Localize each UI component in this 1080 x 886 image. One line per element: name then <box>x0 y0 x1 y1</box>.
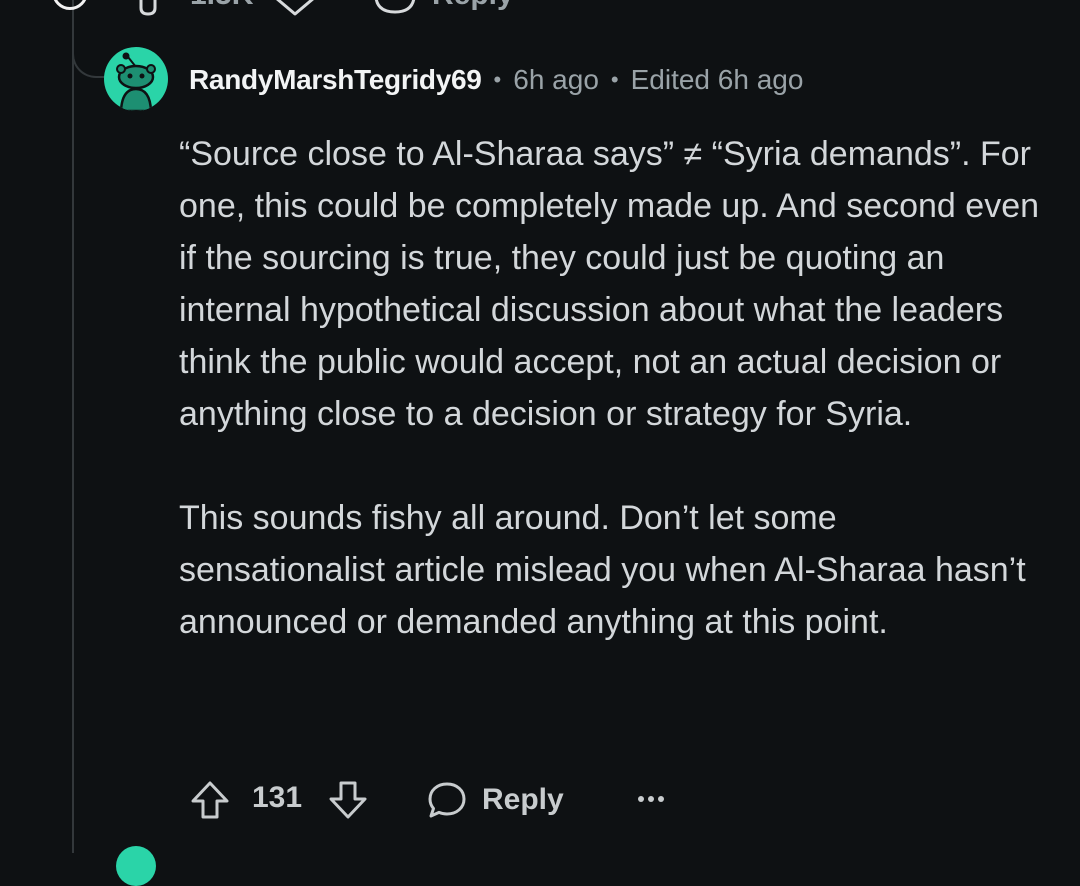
comment-header: RandyMarshTegridy69 • 6h ago • Edited 6h… <box>189 60 803 100</box>
upvote-icon[interactable] <box>138 0 158 18</box>
edited-label: Edited 6h ago <box>630 64 804 95</box>
thread-line[interactable] <box>72 0 74 853</box>
separator-dot: • <box>610 67 619 92</box>
reply-button[interactable]: Reply <box>426 776 564 824</box>
next-comment-avatar[interactable] <box>116 846 156 886</box>
upvote-arrow-icon[interactable] <box>188 778 232 822</box>
reply-icon[interactable] <box>372 0 418 18</box>
comment-paragraph: “Source close to Al-Sharaa says” ≠ “Syri… <box>179 135 1040 433</box>
timestamp: 6h ago <box>513 64 599 95</box>
collapse-thread-button[interactable] <box>52 0 88 10</box>
reply-label: Reply <box>482 783 564 816</box>
username[interactable]: RandyMarshTegridy69 <box>189 64 482 96</box>
speech-bubble-icon <box>428 782 466 818</box>
previous-reply-label[interactable]: Reply <box>432 0 514 12</box>
separator-dot: • <box>493 67 502 92</box>
snoo-avatar-icon <box>116 52 156 111</box>
comment-actions: 131 Reply <box>188 776 688 824</box>
downvote-arrow-icon[interactable] <box>326 778 370 822</box>
downvote-icon[interactable] <box>272 0 318 18</box>
comment-body: “Source close to Al-Sharaa says” ≠ “Syri… <box>179 128 1039 648</box>
comment-paragraph: This sounds fishy all around. Don’t let … <box>179 499 1026 641</box>
previous-comment-actions: 1.5K Reply <box>0 0 1080 18</box>
vote-count: 131 <box>252 781 303 814</box>
previous-vote-count: 1.5K <box>190 0 253 12</box>
user-avatar[interactable] <box>104 47 168 111</box>
ellipsis-icon[interactable] <box>636 784 666 814</box>
